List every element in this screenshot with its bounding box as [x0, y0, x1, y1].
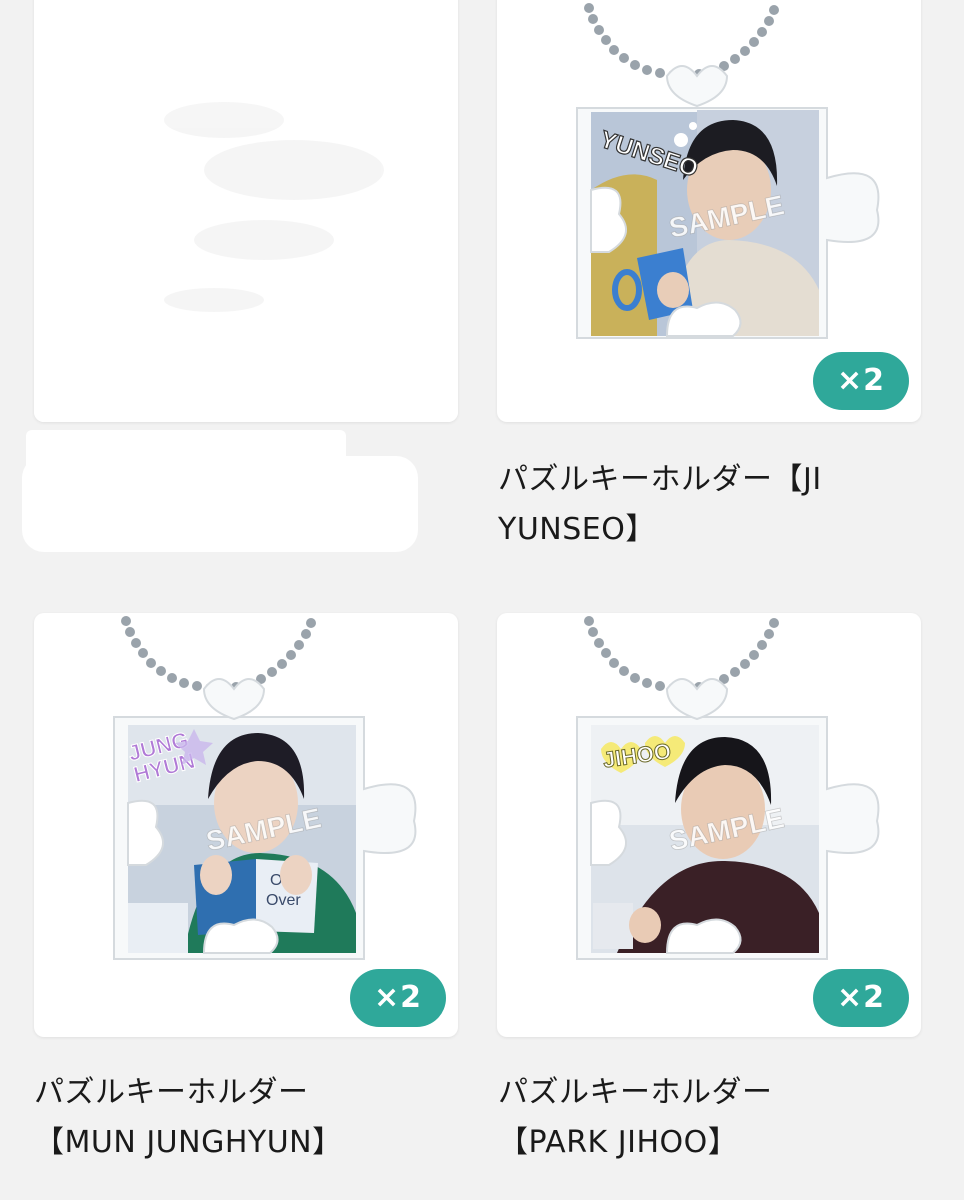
product-card-mun-junghyun[interactable]: One Over JUNG HYUN SAMPLE ×2: [34, 613, 458, 1037]
quantity-badge: ×2: [350, 969, 446, 1027]
product-image-redacted: [34, 0, 458, 422]
product-title-redacted-2: [22, 456, 418, 552]
product-card-park-jihoo[interactable]: JIHOO SAMPLE ×2: [497, 613, 921, 1037]
product-card-ji-yunseo[interactable]: YUNSEO SAMPLE ×2: [497, 0, 921, 422]
product-card-redacted[interactable]: [34, 0, 458, 422]
product-title-line2: 【MUN JUNGHYUN】: [34, 1125, 343, 1160]
product-title-line2: YUNSEO】: [498, 512, 656, 547]
product-title-line1: パズルキーホルダー: [498, 1075, 773, 1110]
product-title-line2: 【PARK JIHOO】: [498, 1125, 739, 1160]
quantity-badge: ×2: [813, 352, 909, 410]
quantity-badge: ×2: [813, 969, 909, 1027]
product-title-line1: パズルキーホルダー【JI: [498, 462, 822, 497]
product-title-mun-junghyun[interactable]: パズルキーホルダー 【MUN JUNGHYUN】: [34, 1068, 474, 1168]
product-title-line1: パズルキーホルダー: [34, 1075, 309, 1110]
product-title-ji-yunseo[interactable]: パズルキーホルダー【JI YUNSEO】: [498, 455, 938, 555]
product-title-park-jihoo[interactable]: パズルキーホルダー 【PARK JIHOO】: [498, 1068, 938, 1168]
product-grid: YUNSEO SAMPLE ×2 パズルキーホルダー【JI YUNSEO】 Ov…: [0, 0, 964, 1200]
